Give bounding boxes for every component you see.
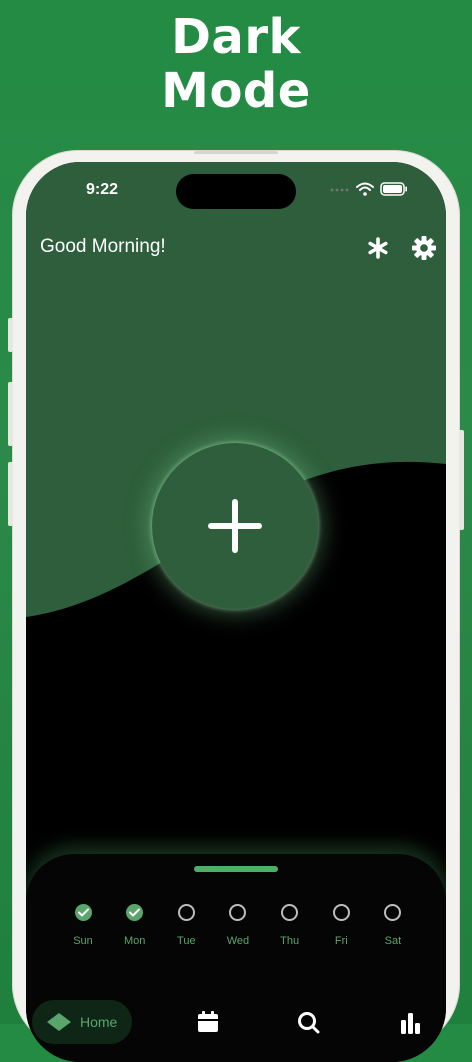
phone-side-button [8, 382, 13, 446]
day-label: Fri [334, 935, 348, 947]
greeting-text: Good Morning! [40, 236, 166, 257]
calendar-icon[interactable] [196, 1010, 220, 1034]
checkmark-icon [77, 908, 89, 917]
asterisk-icon[interactable] [365, 235, 391, 261]
day-item[interactable]: Tue [163, 904, 209, 947]
day-label: Sat [384, 935, 402, 947]
day-label: Thu [280, 935, 300, 947]
checkmark-icon [129, 908, 141, 917]
home-icon [47, 1013, 71, 1031]
tab-home[interactable]: Home [32, 1000, 132, 1044]
day-label: Wed [226, 935, 250, 947]
day-check-circle[interactable] [384, 904, 402, 921]
status-icons [330, 182, 408, 196]
app-screen: 9:22 Good Morning! Sun Mon Tue Wed Thu F… [26, 162, 446, 1062]
stats-icon[interactable] [398, 1010, 422, 1034]
banner-line-2: Mode [161, 63, 311, 119]
day-item[interactable]: Sat [370, 904, 416, 947]
day-label: Mon [123, 935, 146, 947]
add-button[interactable] [152, 443, 318, 609]
day-check-circle[interactable] [332, 904, 350, 921]
sheet-grabber[interactable] [194, 866, 278, 872]
banner-title: Dark Mode [0, 10, 472, 118]
day-item[interactable]: Sun [60, 904, 106, 947]
day-label: Tue [177, 935, 196, 947]
tab-bar: Home [26, 998, 446, 1062]
day-item[interactable]: Mon [112, 904, 158, 947]
phone-side-button [8, 318, 13, 352]
status-time: 9:22 [86, 181, 119, 198]
wifi-icon [356, 182, 374, 196]
settings-gear-icon[interactable] [411, 235, 437, 261]
tab-home-label: Home [80, 1014, 118, 1030]
day-check-circle[interactable] [126, 904, 144, 921]
day-item[interactable]: Wed [215, 904, 261, 947]
phone-side-button [8, 462, 13, 526]
dynamic-island [176, 174, 296, 209]
phone-side-button [459, 430, 464, 530]
cellular-signal-icon [330, 188, 349, 192]
day-check-circle[interactable] [74, 904, 92, 921]
day-item[interactable]: Fri [318, 904, 364, 947]
phone-speaker [194, 151, 278, 154]
day-label: Sun [73, 935, 93, 947]
search-icon[interactable] [296, 1010, 320, 1034]
battery-icon [380, 182, 407, 196]
day-check-circle[interactable] [229, 904, 247, 921]
plus-icon [208, 499, 262, 553]
week-tracker: Sun Mon Tue Wed Thu Fri Sat [60, 904, 416, 947]
day-item[interactable]: Thu [267, 904, 313, 947]
day-check-circle[interactable] [281, 904, 299, 921]
day-check-circle[interactable] [177, 904, 195, 921]
banner-line-1: Dark [171, 9, 301, 65]
